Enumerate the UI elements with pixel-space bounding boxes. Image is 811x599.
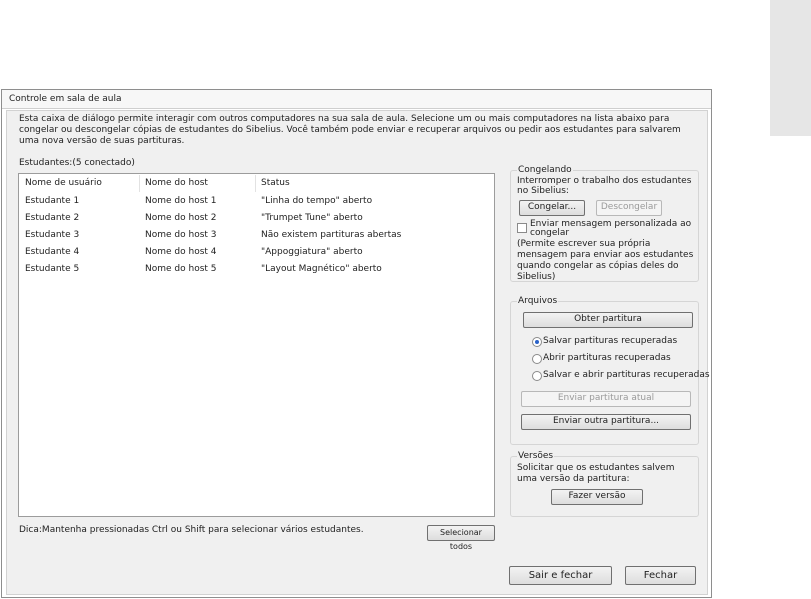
versions-description: Solicitar que os estudantes salvem uma v… bbox=[517, 463, 675, 484]
send-current-score-button[interactable]: Enviar partitura atual bbox=[521, 391, 691, 407]
versions-group: Versões Solicitar que os estudantes salv… bbox=[510, 451, 699, 517]
row-hostname: Nome do host 2 bbox=[145, 213, 217, 223]
row-username: Estudante 4 bbox=[25, 247, 80, 257]
table-row[interactable]: Estudante 1 Nome do host 1 "Linha do tem… bbox=[19, 193, 494, 210]
table-row[interactable]: Estudante 5 Nome do host 5 "Layout Magné… bbox=[19, 261, 494, 278]
radio-save-open-retrieved-label: Salvar e abrir partituras recuperadas bbox=[543, 370, 710, 380]
column-separator bbox=[255, 175, 256, 192]
row-hostname: Nome do host 1 bbox=[145, 196, 217, 206]
radio-open-retrieved-label: Abrir partituras recuperadas bbox=[543, 353, 671, 363]
close-button[interactable]: Fechar bbox=[625, 566, 696, 585]
row-hostname: Nome do host 5 bbox=[145, 264, 217, 274]
classroom-control-dialog: Controle em sala de aula Esta caixa de d… bbox=[1, 89, 712, 598]
make-version-button[interactable]: Fazer versão bbox=[551, 489, 643, 505]
row-hostname: Nome do host 3 bbox=[145, 230, 217, 240]
title-bar: Controle em sala de aula bbox=[2, 90, 711, 109]
table-row[interactable]: Estudante 4 Nome do host 4 "Appoggiatura… bbox=[19, 244, 494, 261]
unfreeze-button[interactable]: Descongelar bbox=[596, 200, 662, 216]
freeze-group-legend: Congelando bbox=[517, 165, 573, 176]
row-username: Estudante 2 bbox=[25, 213, 80, 223]
row-status: "Appoggiatura" aberto bbox=[261, 247, 363, 257]
radio-selected-dot bbox=[535, 340, 539, 344]
freeze-description: Interromper o trabalho dos estudantes no… bbox=[517, 176, 692, 196]
students-label: Estudantes:(5 conectado) bbox=[19, 158, 135, 168]
send-other-score-button[interactable]: Enviar outra partitura... bbox=[521, 414, 691, 430]
row-status: "Linha do tempo" aberto bbox=[261, 196, 373, 206]
row-status: "Layout Magnético" aberto bbox=[261, 264, 382, 274]
row-username: Estudante 3 bbox=[25, 230, 80, 240]
freeze-group: Congelando Interromper o trabalho dos es… bbox=[510, 165, 699, 282]
radio-save-retrieved-label: Salvar partituras recuperadas bbox=[543, 336, 678, 346]
students-list[interactable]: Nome de usuário Nome do host Status Estu… bbox=[18, 173, 495, 517]
versions-group-legend: Versões bbox=[517, 451, 555, 462]
get-score-button[interactable]: Obter partitura bbox=[523, 312, 693, 328]
custom-message-checkbox[interactable] bbox=[517, 223, 527, 233]
files-group-legend: Arquivos bbox=[517, 296, 559, 307]
row-username: Estudante 1 bbox=[25, 196, 80, 206]
select-all-button[interactable]: Selecionar todos bbox=[427, 525, 495, 551]
row-status: "Trumpet Tune" aberto bbox=[261, 213, 363, 223]
row-status: Não existem partituras abertas bbox=[261, 230, 402, 240]
column-header-hostname[interactable]: Nome do host bbox=[145, 178, 208, 188]
column-separator bbox=[139, 175, 140, 192]
dialog-title: Controle em sala de aula bbox=[9, 94, 122, 104]
exit-and-close-button[interactable]: Sair e fechar bbox=[509, 566, 612, 585]
column-header-username[interactable]: Nome de usuário bbox=[25, 178, 102, 188]
side-tab-marker bbox=[770, 0, 811, 136]
table-row[interactable]: Estudante 2 Nome do host 2 "Trumpet Tune… bbox=[19, 210, 494, 227]
radio-open-retrieved[interactable] bbox=[532, 354, 542, 364]
dialog-client-area: Esta caixa de diálogo permite interagir … bbox=[6, 110, 710, 595]
radio-save-retrieved[interactable] bbox=[532, 337, 542, 347]
row-username: Estudante 5 bbox=[25, 264, 80, 274]
radio-save-open-retrieved[interactable] bbox=[532, 371, 542, 381]
freeze-button[interactable]: Congelar... bbox=[519, 200, 585, 216]
freeze-note: (Permite escrever sua própria mensagem p… bbox=[517, 239, 694, 282]
tip-text: Dica:Mantenha pressionadas Ctrl ou Shift… bbox=[19, 525, 364, 535]
files-group: Arquivos Obter partitura Salvar partitur… bbox=[510, 296, 710, 445]
row-hostname: Nome do host 4 bbox=[145, 247, 217, 257]
intro-text: Esta caixa de diálogo permite interagir … bbox=[19, 114, 681, 146]
table-row[interactable]: Estudante 3 Nome do host 3 Não existem p… bbox=[19, 227, 494, 244]
custom-message-label: Enviar mensagem personalizada ao congela… bbox=[530, 219, 692, 238]
column-header-status[interactable]: Status bbox=[261, 178, 290, 188]
